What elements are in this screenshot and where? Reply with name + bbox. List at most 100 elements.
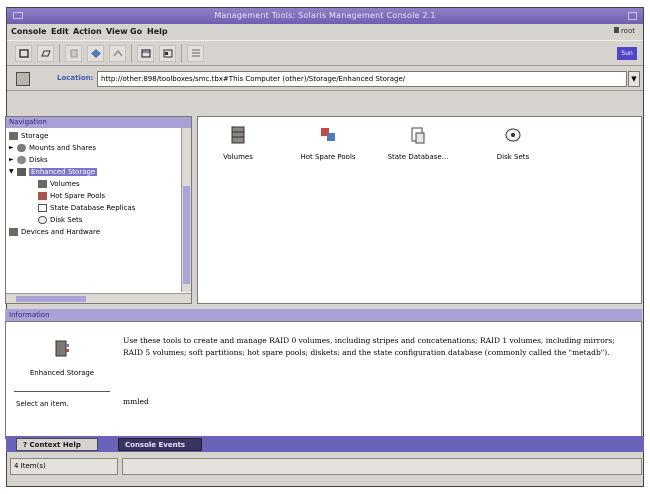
up-icon [112, 49, 123, 57]
location-field[interactable]: http://other:898/toolboxes/smc.tbx#This … [97, 71, 627, 87]
devices-icon [9, 227, 18, 236]
volumes-icon [38, 179, 47, 188]
navigate-button[interactable] [87, 45, 104, 62]
details-button[interactable] [187, 45, 204, 62]
tab-console-events[interactable]: Console Events [118, 438, 202, 451]
maximize-icon[interactable] [628, 12, 637, 20]
chevron-down-icon: ▼ [631, 75, 637, 83]
expand-icon[interactable]: ► [9, 156, 17, 163]
tab-label: Context Help [29, 441, 81, 449]
cut-icon [70, 49, 77, 58]
hot-spare-icon [321, 128, 335, 141]
location-bar: Location: http://other:898/toolboxes/smc… [7, 67, 643, 91]
tree-item-state-database-replicas[interactable]: State Database Replicas [38, 202, 135, 213]
tree-item-label: Disk Sets [50, 215, 83, 224]
tree-item-label: Devices and Hardware [21, 227, 101, 236]
console-icon [18, 49, 29, 58]
user-name: root [620, 27, 635, 35]
scrollbar-thumb[interactable] [16, 296, 86, 302]
tree-item-volumes[interactable]: Volumes [38, 178, 80, 189]
tree-item-hot-spare-pools[interactable]: Hot Spare Pools [38, 190, 105, 201]
menu-view[interactable]: View [106, 27, 128, 36]
navigation-vertical-scrollbar[interactable] [181, 128, 191, 292]
status-bar: 4 Item(s) [6, 452, 644, 480]
tab-context-help[interactable]: ? Context Help [16, 438, 98, 451]
view-button[interactable] [159, 45, 176, 62]
tree-item-label: State Database Replicas [50, 203, 136, 212]
tile-hot-spare-pools[interactable]: Hot Spare Pools [288, 125, 368, 161]
toolbar-separator [131, 44, 132, 63]
open-button[interactable] [37, 45, 54, 62]
toolbar: Sun [7, 40, 643, 66]
tree-item-label: Storage [21, 131, 49, 140]
mounts-icon [17, 143, 26, 152]
state-db-icon [411, 127, 425, 144]
tree-item-disk-sets[interactable]: Disk Sets [38, 214, 82, 225]
find-button[interactable] [137, 45, 154, 62]
bottom-tab-bar: ? Context Help Console Events [6, 436, 644, 452]
toolbar-separator [59, 44, 60, 63]
user-indicator: root [613, 27, 635, 35]
find-icon [140, 49, 151, 58]
disk-sets-icon [38, 215, 47, 224]
status-message [122, 458, 642, 475]
scrollbar-thumb[interactable] [183, 186, 190, 284]
information-description: Use these tools to create and manage RAI… [123, 336, 615, 357]
enhanced-storage-icon [55, 340, 69, 357]
user-icon [613, 27, 619, 33]
console-button[interactable] [15, 45, 32, 62]
tree-item-label: Hot Spare Pools [50, 191, 106, 200]
sun-logo-button[interactable]: Sun [617, 47, 637, 60]
disks-icon [17, 155, 26, 164]
information-link: mmled [123, 397, 149, 406]
menu-edit[interactable]: Edit [51, 27, 69, 36]
tree-item-label: Volumes [50, 179, 80, 188]
tile-volumes[interactable]: Volumes [198, 125, 278, 161]
state-db-icon [38, 203, 47, 212]
sun-logo-label: Sun [621, 50, 633, 57]
view-icon [163, 49, 172, 58]
navigate-icon [90, 49, 101, 58]
navigation-horizontal-scrollbar[interactable] [6, 293, 191, 303]
menu-help[interactable]: Help [147, 27, 168, 36]
divider [14, 391, 110, 392]
collapse-icon[interactable]: ▼ [9, 168, 17, 175]
navigation-pane: Navigation Storage ► Mounts and Shares ►… [5, 116, 192, 304]
title-bar: Management Tools: Solaris Management Con… [7, 8, 643, 24]
storage-icon [9, 131, 18, 140]
tree-item-label: Mounts and Shares [29, 143, 97, 152]
tile-label: State Database... [387, 153, 449, 161]
select-item-hint: Select an item. [16, 400, 69, 408]
expand-icon[interactable]: ► [9, 144, 17, 151]
cut-button[interactable] [65, 45, 82, 62]
location-label: Location: [57, 74, 94, 82]
tree-item-storage[interactable]: Storage [9, 130, 48, 141]
up-button[interactable] [109, 45, 126, 62]
tile-disk-sets[interactable]: Disk Sets [473, 125, 553, 161]
window-title: Management Tools: Solaris Management Con… [214, 11, 436, 20]
tree-item-devices-and-hardware[interactable]: Devices and Hardware [9, 226, 100, 237]
status-item-count: 4 Item(s) [10, 458, 118, 475]
tree-item-label: Enhanced Storage [29, 167, 98, 176]
tree-item-enhanced-storage[interactable]: ▼ Enhanced Storage [9, 166, 98, 177]
tab-label: Console Events [125, 441, 186, 449]
location-dropdown-button[interactable]: ▼ [628, 71, 640, 87]
menu-console[interactable]: Console [11, 27, 47, 36]
menu-go[interactable]: Go [130, 27, 142, 36]
information-pane: Enhanced Storage Select an item. Use the… [5, 321, 642, 439]
volumes-icon [231, 126, 245, 144]
tile-label: Volumes [223, 153, 253, 161]
hot-spare-icon [38, 191, 47, 200]
tile-state-database[interactable]: State Database... [378, 125, 458, 161]
navigation-header: Navigation [6, 117, 191, 128]
tree-item-mounts-and-shares[interactable]: ► Mounts and Shares [9, 142, 96, 153]
tile-label: Hot Spare Pools [300, 153, 356, 161]
tree-item-disks[interactable]: ► Disks [9, 154, 48, 165]
tile-label: Disk Sets [496, 153, 530, 161]
information-header: Information [5, 309, 642, 321]
content-pane: Volumes Hot Spare Pools State Database..… [197, 116, 642, 304]
enhanced-storage-icon [17, 167, 26, 176]
menu-action[interactable]: Action [73, 27, 102, 36]
location-icon [16, 72, 30, 86]
information-tool-label: Enhanced Storage [29, 369, 95, 377]
